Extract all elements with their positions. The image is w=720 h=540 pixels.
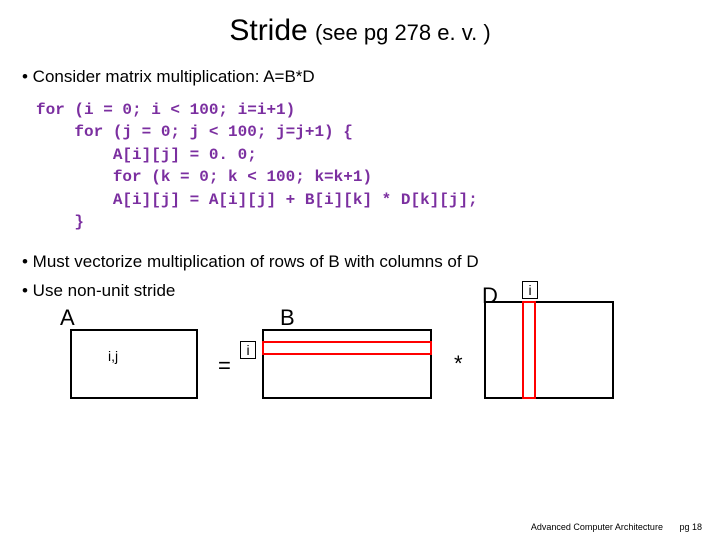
bullet-3: • Use non-unit stride — [22, 280, 698, 303]
bullet-2: • Must vectorize multiplication of rows … — [22, 251, 698, 274]
code-block: for (i = 0; i < 100; i=i+1) for (j = 0; … — [36, 99, 698, 233]
row-index-i: i — [240, 341, 256, 359]
diagram: A i,j = i B * D i — [22, 309, 698, 459]
slide-title: Stride (see pg 278 e. v. ) — [0, 0, 720, 48]
title-main: Stride — [229, 14, 307, 47]
matrix-d-col-highlight — [522, 301, 536, 399]
col-index-i: i — [522, 281, 538, 299]
slide-body: • Consider matrix multiplication: A=B*D … — [0, 48, 720, 459]
matrix-d-box — [484, 301, 614, 399]
footer-page: pg 18 — [679, 522, 702, 532]
label-ij: i,j — [108, 347, 118, 366]
matrix-a-box — [70, 329, 198, 399]
matrix-b-row-highlight — [262, 341, 432, 355]
equals-sign: = — [218, 351, 231, 381]
bullet-1: • Consider matrix multiplication: A=B*D — [22, 66, 698, 89]
title-sub: (see pg 278 e. v. ) — [315, 20, 491, 45]
footer-course: Advanced Computer Architecture — [531, 522, 663, 532]
footer: Advanced Computer Architecture pg 18 — [531, 522, 702, 532]
matrix-b-box — [262, 329, 432, 399]
multiply-sign: * — [454, 349, 463, 379]
